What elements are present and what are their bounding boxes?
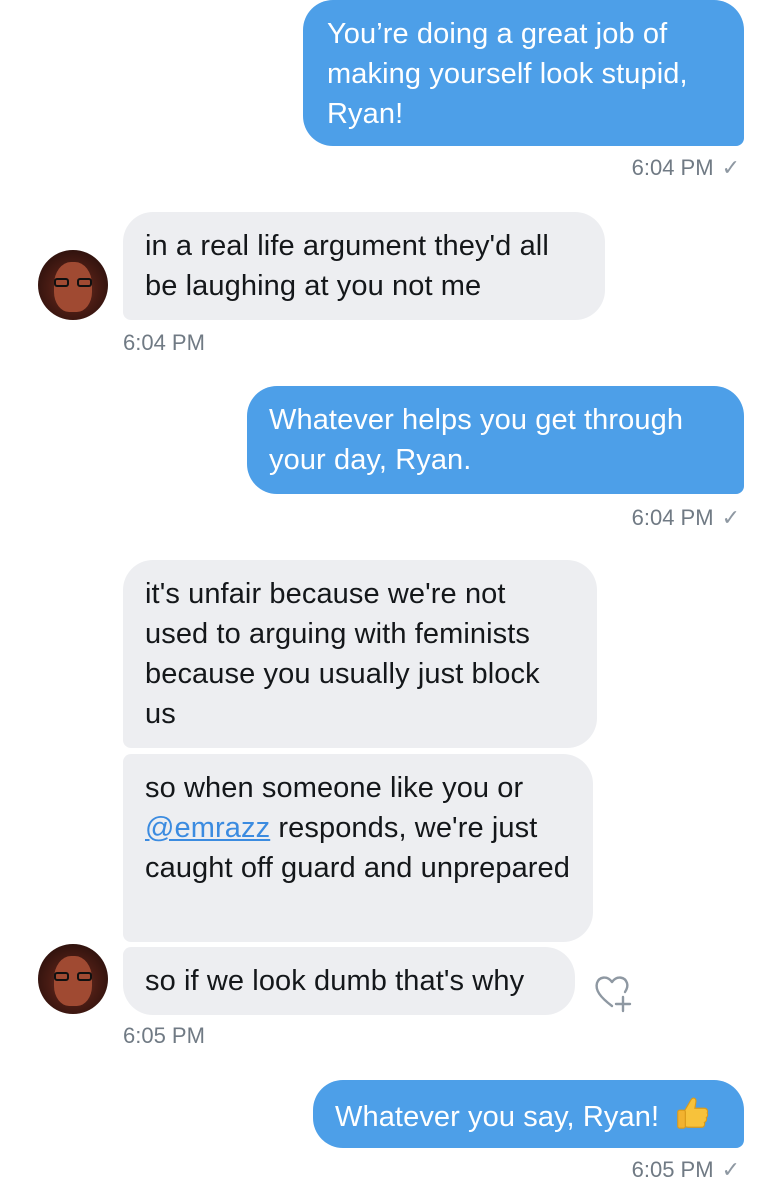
- mention-link[interactable]: @emrazz: [145, 812, 270, 844]
- received-message-bubble[interactable]: so if we look dumb that's why: [123, 947, 575, 1015]
- sent-message-bubble[interactable]: Whatever you say, Ryan!: [313, 1080, 744, 1148]
- message-text-before: so when someone like you or: [145, 772, 524, 804]
- avatar[interactable]: [38, 250, 108, 320]
- message-timestamp: 6:04 PM ✓: [632, 155, 740, 181]
- read-check-icon: ✓: [721, 155, 740, 180]
- message-text: You’re doing a great job of making yours…: [327, 18, 688, 130]
- message-timestamp: 6:05 PM: [123, 1023, 205, 1049]
- read-check-icon: ✓: [721, 505, 740, 530]
- sent-message-bubble[interactable]: You’re doing a great job of making yours…: [303, 0, 744, 146]
- timestamp-text: 6:05 PM: [631, 1157, 714, 1182]
- heart-plus-icon[interactable]: [592, 970, 638, 1016]
- message-text: Whatever you say, Ryan!: [335, 1101, 660, 1133]
- message-timestamp: 6:04 PM ✓: [632, 505, 740, 531]
- timestamp-text: 6:04 PM: [631, 505, 714, 530]
- message-text: so if we look dumb that's why: [145, 965, 525, 997]
- avatar[interactable]: [38, 944, 108, 1014]
- timestamp-text: 6:04 PM: [631, 155, 714, 180]
- thumbs-up-emoji: [677, 1097, 709, 1129]
- sent-message-bubble[interactable]: Whatever helps you get through your day,…: [247, 386, 744, 494]
- timestamp-text: 6:04 PM: [123, 330, 205, 355]
- message-timestamp: 6:04 PM: [123, 330, 205, 356]
- message-text: in a real life argument they'd all be la…: [145, 230, 549, 302]
- received-message-bubble[interactable]: in a real life argument they'd all be la…: [123, 212, 605, 320]
- received-message-bubble[interactable]: so when someone like you or @emrazz resp…: [123, 754, 593, 942]
- received-message-bubble[interactable]: it's unfair because we're not used to ar…: [123, 560, 597, 748]
- message-timestamp: 6:05 PM ✓: [632, 1157, 740, 1183]
- read-check-icon: ✓: [721, 1157, 740, 1182]
- timestamp-text: 6:05 PM: [123, 1023, 205, 1048]
- message-text: it's unfair because we're not used to ar…: [145, 578, 540, 730]
- message-text: Whatever helps you get through your day,…: [269, 404, 684, 476]
